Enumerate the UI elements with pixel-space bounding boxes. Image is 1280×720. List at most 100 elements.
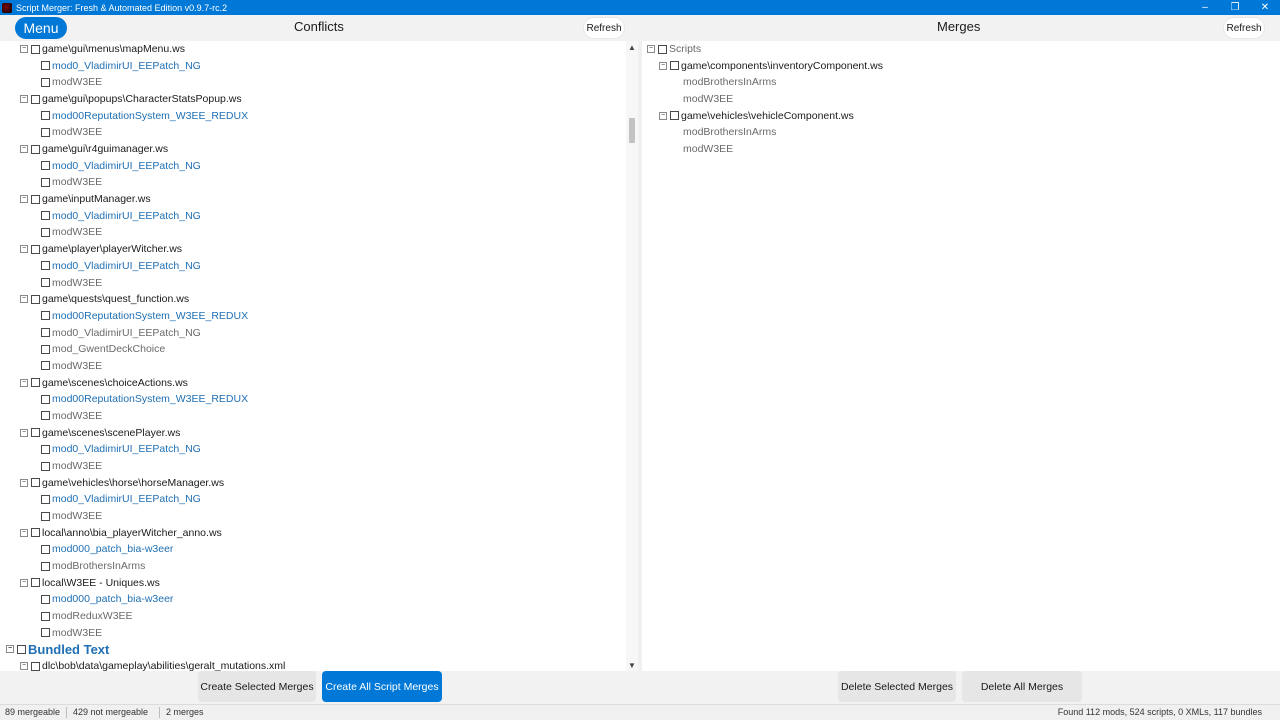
conflict-mod-row[interactable]: modW3EE xyxy=(41,358,102,374)
conflict-mod-row[interactable]: mod00ReputationSystem_W3EE_REDUX xyxy=(41,391,248,407)
collapse-icon[interactable]: − xyxy=(20,528,28,537)
checkbox[interactable] xyxy=(41,227,50,237)
conflict-file-row[interactable]: − game\gui\popups\CharacterStatsPopup.ws xyxy=(20,91,242,107)
conflict-file-row[interactable]: − game\vehicles\horse\horseManager.ws xyxy=(20,475,224,491)
conflict-file-row[interactable]: − game\gui\r4guimanager.ws xyxy=(20,141,168,157)
collapse-icon[interactable]: − xyxy=(20,145,28,154)
checkbox[interactable] xyxy=(41,511,50,521)
checkbox[interactable] xyxy=(41,61,50,71)
conflict-file-row[interactable]: − game\inputManager.ws xyxy=(20,191,151,207)
conflict-file-row[interactable]: − local\anno\bia_playerWitcher_anno.ws xyxy=(20,525,222,541)
conflict-file-row[interactable]: − dlc\bob\data\gameplay\abilities\geralt_… xyxy=(20,658,285,671)
checkbox[interactable] xyxy=(670,111,679,121)
checkbox[interactable] xyxy=(31,294,40,304)
collapse-icon[interactable]: − xyxy=(20,662,28,671)
conflict-mod-row[interactable]: modW3EE xyxy=(41,408,102,424)
conflict-file-row[interactable]: − game\quests\quest_function.ws xyxy=(20,291,189,307)
close-button[interactable]: ✕ xyxy=(1250,0,1280,15)
checkbox[interactable] xyxy=(31,144,40,154)
collapse-icon[interactable]: − xyxy=(20,428,28,437)
scrollbar-thumb[interactable] xyxy=(629,118,635,143)
create-all-script-merges-button[interactable]: Create All Script Merges xyxy=(322,671,442,702)
checkbox[interactable] xyxy=(41,594,50,604)
checkbox[interactable] xyxy=(41,278,50,288)
conflict-mod-row[interactable]: mod0_VladimirUI_EEPatch_NG xyxy=(41,158,201,174)
collapse-icon[interactable]: − xyxy=(6,645,14,654)
conflict-mod-row[interactable]: mod0_VladimirUI_EEPatch_NG xyxy=(41,441,201,457)
checkbox[interactable] xyxy=(41,177,50,187)
checkbox[interactable] xyxy=(41,344,50,354)
checkbox[interactable] xyxy=(41,328,50,338)
checkbox[interactable] xyxy=(31,378,40,388)
conflict-mod-row[interactable]: mod0_VladimirUI_EEPatch_NG xyxy=(41,208,201,224)
refresh-merges-button[interactable]: Refresh xyxy=(1224,18,1264,38)
conflict-mod-row[interactable]: mod00ReputationSystem_W3EE_REDUX xyxy=(41,108,248,124)
checkbox[interactable] xyxy=(31,44,40,54)
checkbox[interactable] xyxy=(31,528,40,538)
checkbox[interactable] xyxy=(41,394,50,404)
conflict-mod-row[interactable]: modW3EE xyxy=(41,174,102,190)
conflict-mod-row[interactable]: modW3EE xyxy=(41,124,102,140)
checkbox[interactable] xyxy=(670,61,679,71)
minimize-button[interactable]: – xyxy=(1190,0,1220,15)
category-row[interactable]: − Bundled Text xyxy=(6,641,109,657)
create-selected-merges-button[interactable]: Create Selected Merges xyxy=(198,671,316,702)
conflict-file-row[interactable]: − game\player\playerWitcher.ws xyxy=(20,241,182,257)
checkbox[interactable] xyxy=(41,444,50,454)
conflict-file-row[interactable]: − game\scenes\scenePlayer.ws xyxy=(20,425,180,441)
conflict-mod-row[interactable]: modW3EE xyxy=(41,224,102,240)
checkbox[interactable] xyxy=(31,661,40,671)
collapse-icon[interactable]: − xyxy=(20,378,28,387)
collapse-icon[interactable]: − xyxy=(659,61,667,70)
conflict-file-row[interactable]: − game\scenes\choiceActions.ws xyxy=(20,375,188,391)
collapse-icon[interactable]: − xyxy=(20,295,28,304)
conflict-file-row[interactable]: − local\W3EE - Uniques.ws xyxy=(20,575,160,591)
conflicts-tree[interactable]: − game\gui\menus\mapMenu.ws mod0_VladimirU… xyxy=(0,41,638,671)
collapse-icon[interactable]: − xyxy=(20,95,28,104)
refresh-conflicts-button[interactable]: Refresh xyxy=(584,18,624,38)
collapse-icon[interactable]: − xyxy=(20,478,28,487)
merge-mod-row[interactable]: modW3EE xyxy=(683,91,733,107)
checkbox[interactable] xyxy=(17,644,26,654)
collapse-icon[interactable]: − xyxy=(659,111,667,120)
checkbox[interactable] xyxy=(31,94,40,104)
conflict-mod-row[interactable]: modReduxW3EE xyxy=(41,608,133,624)
collapse-icon[interactable]: − xyxy=(20,245,28,254)
merge-mod-row[interactable]: modW3EE xyxy=(683,141,733,157)
menu-button[interactable]: Menu xyxy=(15,17,67,39)
conflict-file-row[interactable]: − game\gui\menus\mapMenu.ws xyxy=(20,41,185,57)
checkbox[interactable] xyxy=(41,544,50,554)
scroll-up-icon[interactable]: ▲ xyxy=(626,41,638,53)
checkbox[interactable] xyxy=(31,428,40,438)
checkbox[interactable] xyxy=(41,461,50,471)
conflict-mod-row[interactable]: mod0_VladimirUI_EEPatch_NG xyxy=(41,58,201,74)
conflict-mod-row[interactable]: modW3EE xyxy=(41,275,102,291)
checkbox[interactable] xyxy=(41,561,50,571)
checkbox[interactable] xyxy=(41,261,50,271)
checkbox[interactable] xyxy=(658,44,667,54)
conflict-mod-row[interactable]: modW3EE xyxy=(41,458,102,474)
merges-tree[interactable]: − Scripts − game\components\inventoryCompon… xyxy=(642,41,1280,671)
scroll-down-icon[interactable]: ▼ xyxy=(626,659,638,671)
merge-file-row[interactable]: − game\vehicles\vehicleComponent.ws xyxy=(659,108,854,124)
conflict-mod-row[interactable]: mod0_VladimirUI_EEPatch_NG xyxy=(41,491,201,507)
conflict-mod-row[interactable]: modW3EE xyxy=(41,74,102,90)
checkbox[interactable] xyxy=(41,161,50,171)
checkbox[interactable] xyxy=(41,211,50,221)
conflict-mod-row[interactable]: mod0_VladimirUI_EEPatch_NG xyxy=(41,258,201,274)
conflict-mod-row[interactable]: mod000_patch_bia-w3eer xyxy=(41,541,173,557)
merge-mod-row[interactable]: modBrothersInArms xyxy=(683,74,776,90)
collapse-icon[interactable]: − xyxy=(20,578,28,587)
conflict-mod-row[interactable]: mod00ReputationSystem_W3EE_REDUX xyxy=(41,308,248,324)
merge-root-row[interactable]: − Scripts xyxy=(647,41,701,57)
conflict-mod-row[interactable]: modW3EE xyxy=(41,625,102,641)
checkbox[interactable] xyxy=(41,77,50,87)
checkbox[interactable] xyxy=(41,411,50,421)
checkbox[interactable] xyxy=(41,494,50,504)
checkbox[interactable] xyxy=(41,361,50,371)
delete-all-merges-button[interactable]: Delete All Merges xyxy=(962,671,1082,702)
collapse-icon[interactable]: − xyxy=(647,45,655,53)
conflict-mod-row[interactable]: mod0_VladimirUI_EEPatch_NG xyxy=(41,325,201,341)
delete-selected-merges-button[interactable]: Delete Selected Merges xyxy=(838,671,956,702)
conflicts-scrollbar[interactable]: ▲ ▼ xyxy=(626,41,638,671)
